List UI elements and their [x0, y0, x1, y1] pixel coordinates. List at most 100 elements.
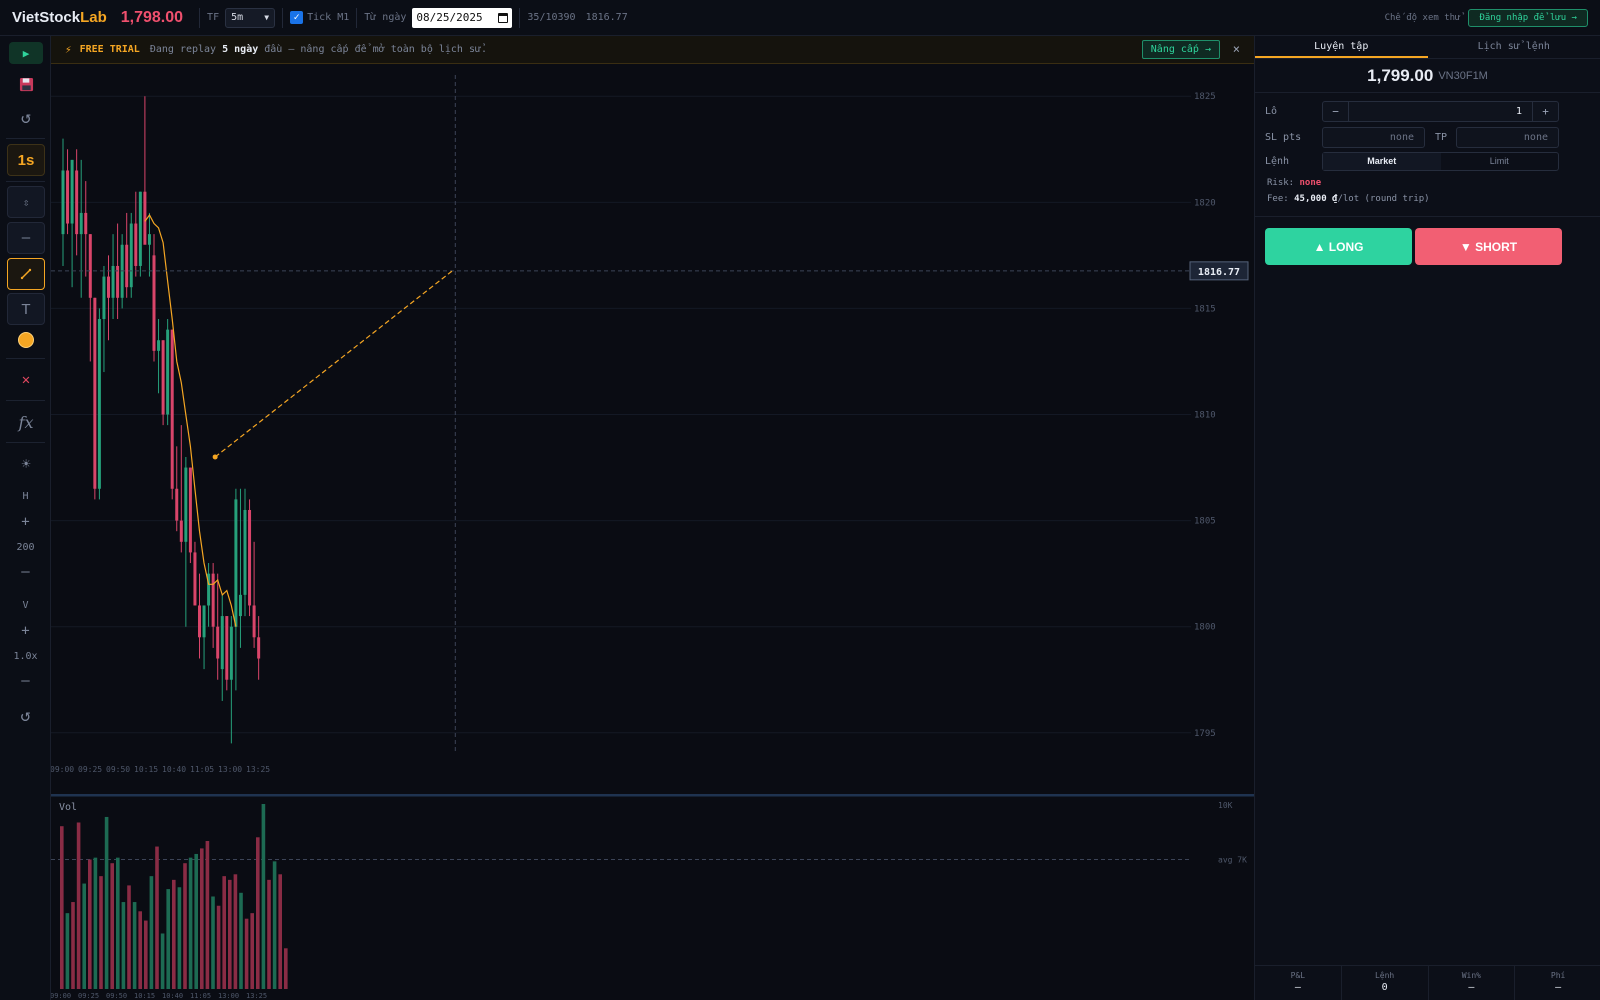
reload-icon: ↺: [20, 706, 31, 726]
tf-value: 5m: [231, 12, 244, 23]
h-zoom-in-button[interactable]: +: [0, 514, 51, 530]
candle-body: [157, 340, 161, 351]
v-zoom-in-button[interactable]: +: [0, 623, 51, 639]
timeframe-select[interactable]: 5m ▼: [225, 7, 276, 28]
candle-body: [152, 255, 156, 351]
volume-bar: [116, 857, 120, 989]
volume-time-tick-label: 10:40: [162, 992, 183, 1000]
volume-bar: [216, 905, 221, 989]
volume-bar: [250, 913, 254, 989]
volume-bar: [267, 879, 271, 989]
candle-body: [70, 159, 74, 224]
tp-value: none: [1523, 132, 1548, 143]
long-button[interactable]: ▲ LONG: [1265, 228, 1412, 265]
color-swatch-icon: [18, 332, 34, 348]
lot-increase-button[interactable]: +: [1532, 102, 1558, 121]
volume-bar: [222, 876, 226, 989]
divider: [199, 7, 201, 28]
free-trial-tag: FREE TRIAL: [79, 44, 140, 55]
trendline-tool[interactable]: [7, 258, 45, 290]
divider: [1255, 216, 1600, 217]
v-zoom-out-button[interactable]: –: [0, 673, 51, 689]
volume-bar: [261, 804, 266, 989]
indicators-button[interactable]: fx: [7, 410, 45, 434]
crosshair-icon: ⇳: [22, 195, 30, 209]
volume-time-tick-label: 13:00: [218, 992, 239, 1000]
horizontal-line-tool[interactable]: —: [7, 222, 45, 254]
volume-bar: [177, 887, 182, 989]
chart-area[interactable]: 1825 1820 1815 1810 1805 1800 1795 09:00 09:25 09…: [51, 64, 1254, 1000]
color-picker[interactable]: [7, 328, 45, 352]
v-zoom-value: 1.0x: [13, 651, 38, 662]
upgrade-button[interactable]: Nâng cấp →: [1141, 40, 1220, 59]
volume-bar: [155, 846, 159, 989]
divider: [6, 400, 45, 401]
volume-bar: [82, 883, 86, 989]
candle-body: [102, 276, 106, 320]
risk-row: Risk: none: [1267, 178, 1321, 188]
tp-input[interactable]: none: [1456, 127, 1559, 148]
volume-bar: [284, 948, 288, 989]
crosshair-tool[interactable]: ⇳: [7, 186, 45, 218]
clear-drawings-button[interactable]: ✕: [7, 368, 45, 392]
current-price-label: 1816.77: [1198, 267, 1240, 278]
candle-body: [238, 594, 242, 617]
lot-stepper[interactable]: − 1 +: [1322, 101, 1559, 122]
horizontal-line-icon: —: [21, 230, 31, 246]
divider: [519, 7, 521, 28]
calendar-icon[interactable]: [498, 12, 509, 23]
fee-label: Fee:: [1267, 194, 1289, 204]
volume-bar: [88, 859, 92, 989]
text-tool[interactable]: T: [7, 293, 45, 325]
theme-toggle[interactable]: ☀: [7, 452, 45, 476]
time-tick-label: 09:00: [51, 765, 74, 774]
volume-bar: [166, 889, 170, 989]
h-zoom-out-button[interactable]: –: [0, 564, 51, 580]
volume-bar: [104, 816, 109, 989]
date-value: 08/25/2025: [416, 11, 483, 24]
price-tick-label: 1800: [1194, 623, 1216, 633]
panel-price: 1,799.00: [1367, 65, 1434, 85]
candle-body: [248, 509, 252, 606]
price-chart[interactable]: 1825 1820 1815 1810 1805 1800 1795 09:00 09:25 09…: [51, 64, 1254, 1000]
order-type-toggle[interactable]: Market Limit: [1322, 152, 1559, 171]
volume-bar: [138, 911, 142, 989]
divider: [6, 138, 45, 139]
price-tick-label: 1825: [1194, 92, 1216, 102]
symbol-label: VN30F1M: [1438, 69, 1488, 82]
tab-practice[interactable]: Luyện tập: [1255, 36, 1428, 58]
reset-zoom-button[interactable]: ↺: [0, 706, 51, 726]
candle-body: [125, 244, 129, 288]
candle-body: [66, 170, 70, 224]
play-button[interactable]: ▶: [9, 42, 43, 64]
banner-close-button[interactable]: ×: [1233, 42, 1240, 56]
h-zoom-value: 200: [16, 542, 35, 553]
reset-button[interactable]: ↺: [7, 106, 45, 130]
speed-button[interactable]: 1s: [7, 144, 45, 176]
save-button[interactable]: [7, 72, 45, 96]
time-tick-label: 10:15: [134, 765, 158, 774]
current-price: 1,798.00: [120, 8, 184, 26]
tick-m1-checkbox[interactable]: ✓: [290, 11, 304, 24]
from-date-input[interactable]: 08/25/2025: [412, 7, 513, 28]
app-logo[interactable]: VietStockLab: [12, 9, 107, 26]
chevron-down-icon: ▼: [264, 13, 270, 22]
divider: [6, 181, 45, 182]
short-button[interactable]: ▼ SHORT: [1415, 228, 1562, 265]
h-zoom-label: H: [22, 491, 29, 502]
divider: [356, 7, 358, 28]
volume-bar: [93, 857, 98, 989]
order-type-limit[interactable]: Limit: [1441, 153, 1559, 170]
login-button[interactable]: Đăng nhập để lưu →: [1468, 8, 1588, 27]
lot-decrease-button[interactable]: −: [1323, 102, 1349, 121]
volume-bar: [99, 876, 103, 989]
lot-value[interactable]: 1: [1516, 106, 1522, 117]
sl-label: SL pts: [1265, 132, 1302, 143]
volume-bar: [205, 841, 210, 989]
tab-order-history[interactable]: Lịch sử lệnh: [1428, 36, 1600, 58]
volume-bar: [272, 861, 277, 989]
sl-input[interactable]: none: [1322, 127, 1425, 148]
order-type-market[interactable]: Market: [1323, 153, 1441, 170]
stat-pnl: P&L —: [1255, 966, 1342, 1000]
risk-value: none: [1299, 178, 1322, 188]
